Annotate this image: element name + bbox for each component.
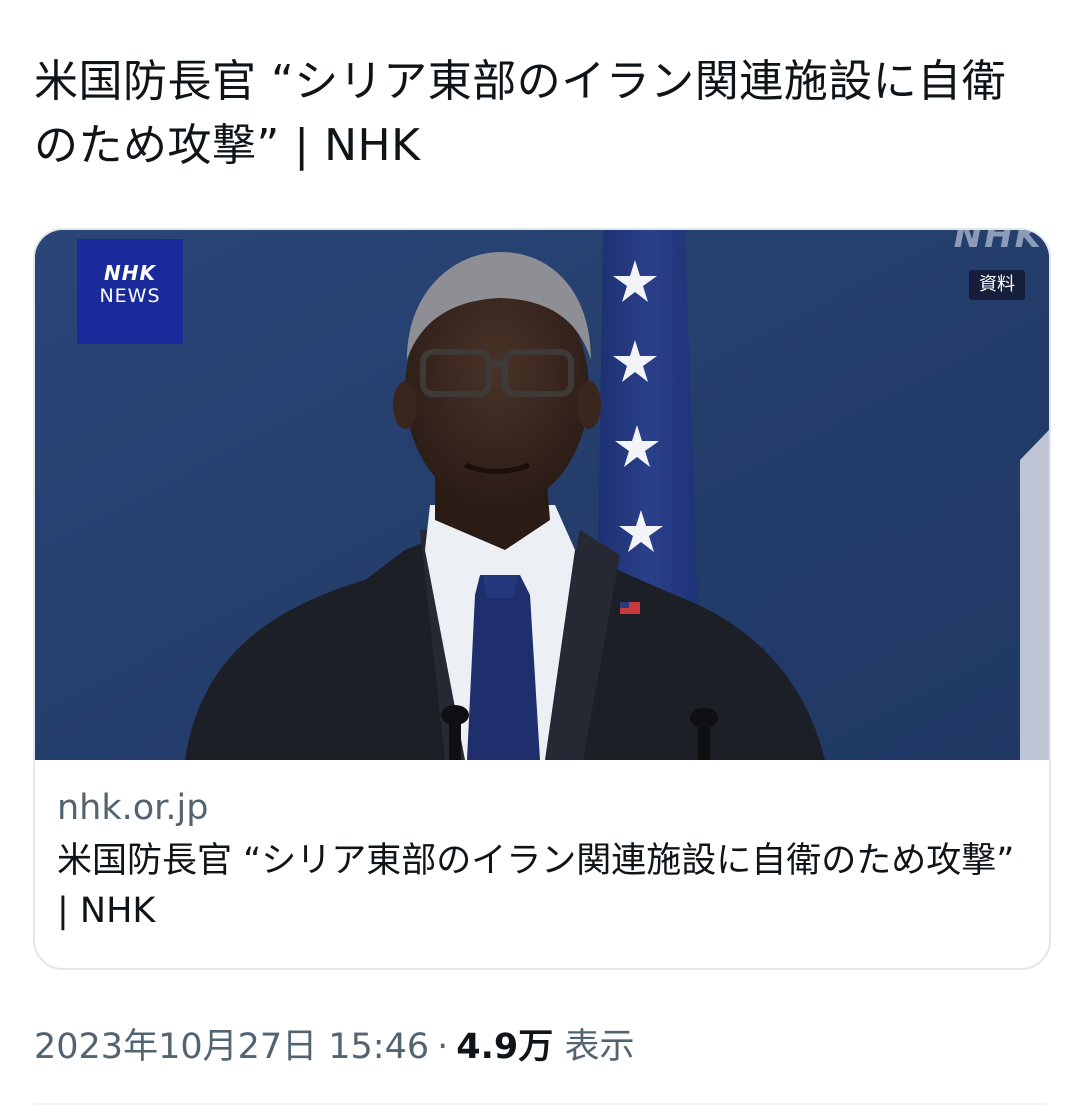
tweet-text: 米国防長官 “シリア東部のイラン関連施設に自衛のため攻撃” | NHK <box>34 56 1007 171</box>
card-title: 米国防長官 “シリア東部のイラン関連施設に自衛のため攻撃” | NHK <box>57 841 1015 931</box>
views-count[interactable]: 4.9万 <box>456 1027 553 1067</box>
tweet-meta: 2023年10月27日 15:46 · 4.9万 表示 <box>34 1022 634 1072</box>
card-domain: nhk.or.jp <box>57 788 209 828</box>
views-label: 表示 <box>564 1027 635 1067</box>
meta-separator: · <box>437 1027 449 1067</box>
archive-footage-tag: 資料 <box>969 270 1025 300</box>
card-body[interactable]: nhk.or.jp 米国防長官 “シリア東部のイラン関連施設に自衛のため攻撃” … <box>35 760 1049 936</box>
nhk-watermark: NHK <box>953 230 1043 256</box>
link-preview-card[interactable]: NHK NEWS NHK 資料 nhk.or.jp 米国防長官 “シリア東部のイ… <box>33 228 1051 970</box>
nhk-news-logo: NHK NEWS <box>77 239 183 344</box>
press-conference-photo <box>35 230 1049 760</box>
card-image[interactable]: NHK NEWS NHK 資料 <box>35 230 1049 760</box>
divider <box>34 1103 1046 1105</box>
tweet-timestamp[interactable]: 2023年10月27日 15:46 <box>34 1027 429 1067</box>
